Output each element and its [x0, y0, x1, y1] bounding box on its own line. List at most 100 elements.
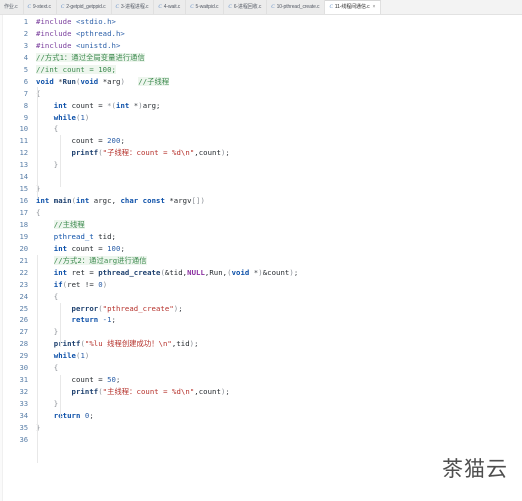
code-line-content[interactable]: while(1): [34, 350, 522, 362]
code-line[interactable]: 11 count = 200;: [0, 135, 522, 147]
code-token: "%lu 线程创建成功！\n": [84, 339, 172, 349]
code-line[interactable]: 1 #include <stdio.h>: [0, 16, 522, 28]
line-number: 13: [19, 160, 29, 170]
code-line[interactable]: 14: [0, 171, 522, 183]
code-line-content[interactable]: void *Run(void *arg) //子线程: [34, 76, 522, 88]
code-line[interactable]: 19 pthread_t tid;: [0, 231, 522, 243]
code-line[interactable]: 35}: [0, 422, 522, 434]
code-line-content[interactable]: return 0;: [34, 410, 522, 422]
code-line[interactable]: 33 }: [0, 398, 522, 410]
code-line-content[interactable]: count = 200;: [34, 135, 522, 147]
close-icon[interactable]: ×: [373, 5, 376, 10]
line-number: 23: [19, 279, 29, 289]
code-line-content[interactable]: }: [34, 183, 522, 195]
code-line[interactable]: 6 void *Run(void *arg) //子线程: [0, 76, 522, 88]
code-line-content[interactable]: printf("%lu 线程创建成功！\n",tid);: [34, 338, 522, 350]
code-line[interactable]: 16 int main(int argc, char const *argv[]): [0, 195, 522, 207]
code-line-content[interactable]: int main(int argc, char const *argv[]): [34, 195, 522, 207]
editor-tab[interactable]: C 11-线程间通信.c ×: [325, 0, 382, 14]
code-token: #include: [36, 17, 76, 26]
code-line-content[interactable]: {: [34, 123, 522, 135]
code-token: count =: [71, 100, 108, 110]
line-number: 15: [19, 184, 29, 194]
code-line-content[interactable]: int ret = pthread_create(&tid,NULL,Run,(…: [34, 267, 522, 279]
code-line-content[interactable]: #include <pthread.h>: [34, 28, 522, 40]
code-lines-container[interactable]: 1 #include <stdio.h> 2 #include <pthread.h>…: [0, 15, 522, 463]
code-line-content[interactable]: }: [34, 398, 522, 410]
code-line-content[interactable]: printf("子线程：count = %d\n",count);: [34, 147, 522, 159]
line-number: 12: [19, 148, 29, 158]
code-line-content[interactable]: }: [34, 422, 522, 434]
editor-tab[interactable]: C 4-wait.c: [154, 0, 187, 14]
code-line-content[interactable]: int count = *(int *)arg;: [34, 100, 522, 112]
code-token: //主线程: [53, 219, 85, 229]
code-line-content[interactable]: {: [34, 207, 522, 219]
code-line[interactable]: 25 perror("pthread_create");: [0, 303, 522, 315]
code-editor[interactable]: 1 #include <stdio.h> 2 #include <pthread.h>…: [0, 15, 522, 501]
code-line-content[interactable]: pthread_t tid;: [34, 231, 522, 243]
code-line[interactable]: 4 //方式1：通过全局变量进行通信: [0, 52, 522, 64]
code-line-content[interactable]: perror("pthread_create");: [34, 303, 522, 315]
code-line[interactable]: 3 #include <unistd.h>: [0, 40, 522, 52]
code-line[interactable]: 5 //int count = 100;: [0, 64, 522, 76]
code-line-content[interactable]: #include <stdio.h>: [34, 16, 522, 28]
code-line[interactable]: 23 if(ret != 0): [0, 279, 522, 291]
code-line[interactable]: 31 count = 50;: [0, 374, 522, 386]
code-line-content[interactable]: {: [34, 291, 522, 303]
code-token: printf: [53, 339, 81, 349]
editor-tab[interactable]: C 10-pthread_create.c: [267, 0, 326, 14]
code-token: "主线程：count = %d\n": [102, 387, 195, 397]
code-line[interactable]: 29 while(1): [0, 350, 522, 362]
code-line[interactable]: 18 //主线程: [0, 219, 522, 231]
code-line[interactable]: 36: [0, 434, 522, 446]
code-line[interactable]: 9 while(1): [0, 112, 522, 124]
code-line[interactable]: 28 printf("%lu 线程创建成功！\n",tid);: [0, 338, 522, 350]
code-line[interactable]: 21 //方式2：通过arg进行通信: [0, 255, 522, 267]
line-number: 32: [19, 387, 29, 397]
code-line-content[interactable]: //方式2：通过arg进行通信: [34, 255, 522, 267]
code-line[interactable]: 34 return 0;: [0, 410, 522, 422]
code-line-content[interactable]: #include <unistd.h>: [34, 40, 522, 52]
code-line[interactable]: 30 {: [0, 362, 522, 374]
code-line-content[interactable]: {: [34, 362, 522, 374]
code-line-content[interactable]: while(1): [34, 112, 522, 124]
editor-tab-bar[interactable]: 作业.c C 9-stext.c C 2-getpid_getppid.c C 3-进程进程…: [0, 0, 522, 15]
editor-tab[interactable]: C 2-getpid_getppid.c: [56, 0, 112, 14]
code-line[interactable]: 26 return -1;: [0, 314, 522, 326]
code-token: ;: [225, 148, 230, 158]
code-line-content[interactable]: //主线程: [34, 219, 522, 231]
code-line[interactable]: 22 int ret = pthread_create(&tid,NULL,Ru…: [0, 267, 522, 279]
code-line[interactable]: 10 {: [0, 123, 522, 135]
code-line-content[interactable]: {: [34, 88, 522, 100]
code-line-content[interactable]: }: [34, 326, 522, 338]
code-line[interactable]: 15}: [0, 183, 522, 195]
code-line[interactable]: 8 int count = *(int *)arg;: [0, 100, 522, 112]
code-line[interactable]: 24 {: [0, 291, 522, 303]
code-line-content[interactable]: count = 50;: [34, 374, 522, 386]
code-line-content[interactable]: printf("主线程：count = %d\n",count);: [34, 386, 522, 398]
indent-guide: [37, 87, 38, 199]
code-line[interactable]: 20 int count = 100;: [0, 243, 522, 255]
code-line[interactable]: 27 }: [0, 326, 522, 338]
editor-tab[interactable]: C 6-进程回收.c: [224, 0, 268, 14]
code-line[interactable]: 12 printf("子线程：count = %d\n",count);: [0, 147, 522, 159]
code-line-content[interactable]: return -1;: [34, 314, 522, 326]
editor-tab[interactable]: C 5-waitpid.c: [186, 0, 225, 14]
code-line-content[interactable]: //int count = 100;: [34, 64, 522, 76]
code-line[interactable]: 32 printf("主线程：count = %d\n",count);: [0, 386, 522, 398]
code-line[interactable]: 2 #include <pthread.h>: [0, 28, 522, 40]
code-line[interactable]: 7{: [0, 88, 522, 100]
code-line-content[interactable]: if(ret != 0): [34, 279, 522, 291]
code-line-content[interactable]: }: [34, 159, 522, 171]
code-token: ret =: [71, 267, 99, 277]
code-line[interactable]: 17 {: [0, 207, 522, 219]
code-line-content[interactable]: int count = 100;: [34, 243, 522, 255]
code-line[interactable]: 13 }: [0, 159, 522, 171]
code-line-content[interactable]: //方式1：通过全局变量进行通信: [34, 52, 522, 64]
editor-tab[interactable]: C 9-stext.c: [23, 0, 57, 14]
editor-tab[interactable]: 作业.c: [0, 0, 24, 14]
editor-tab[interactable]: C 3-进程进程.c: [111, 0, 155, 14]
